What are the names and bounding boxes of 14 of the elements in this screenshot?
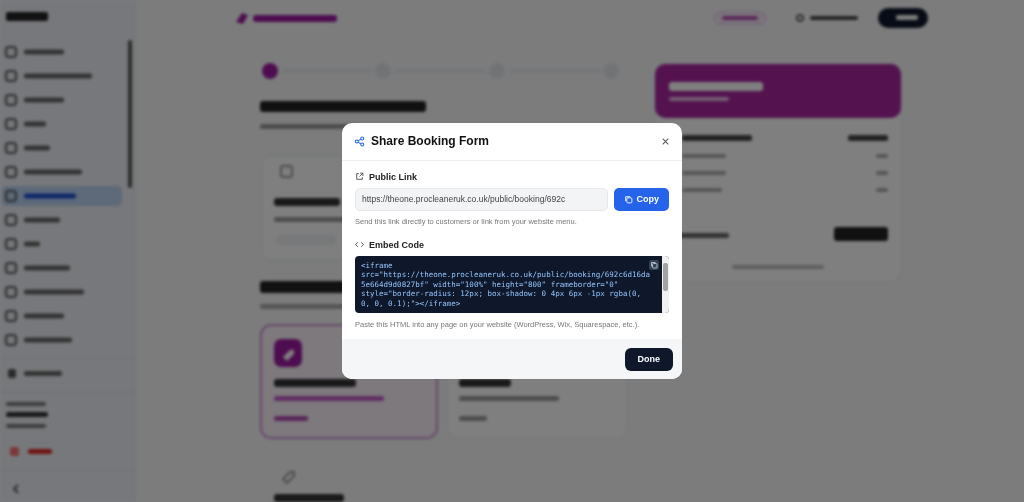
copy-icon[interactable]: [650, 260, 658, 269]
external-link-icon: [355, 172, 364, 182]
link-field[interactable]: https://theone.procleaneruk.co.uk/public/booking/692c: [355, 187, 608, 211]
share-icon: [354, 135, 365, 147]
code-icon: [355, 240, 364, 250]
close-icon: [661, 136, 670, 146]
copy-icon: [623, 194, 633, 204]
done-button[interactable]: Done: [624, 347, 673, 371]
copy-button[interactable]: Copy: [613, 187, 669, 211]
close-button[interactable]: [661, 136, 670, 146]
scrollbar-thumb[interactable]: [663, 262, 668, 291]
dialog-title: Share Booking Form: [371, 134, 489, 149]
field-label: Embed Code: [369, 239, 424, 250]
field-label: Public Link: [369, 171, 417, 182]
